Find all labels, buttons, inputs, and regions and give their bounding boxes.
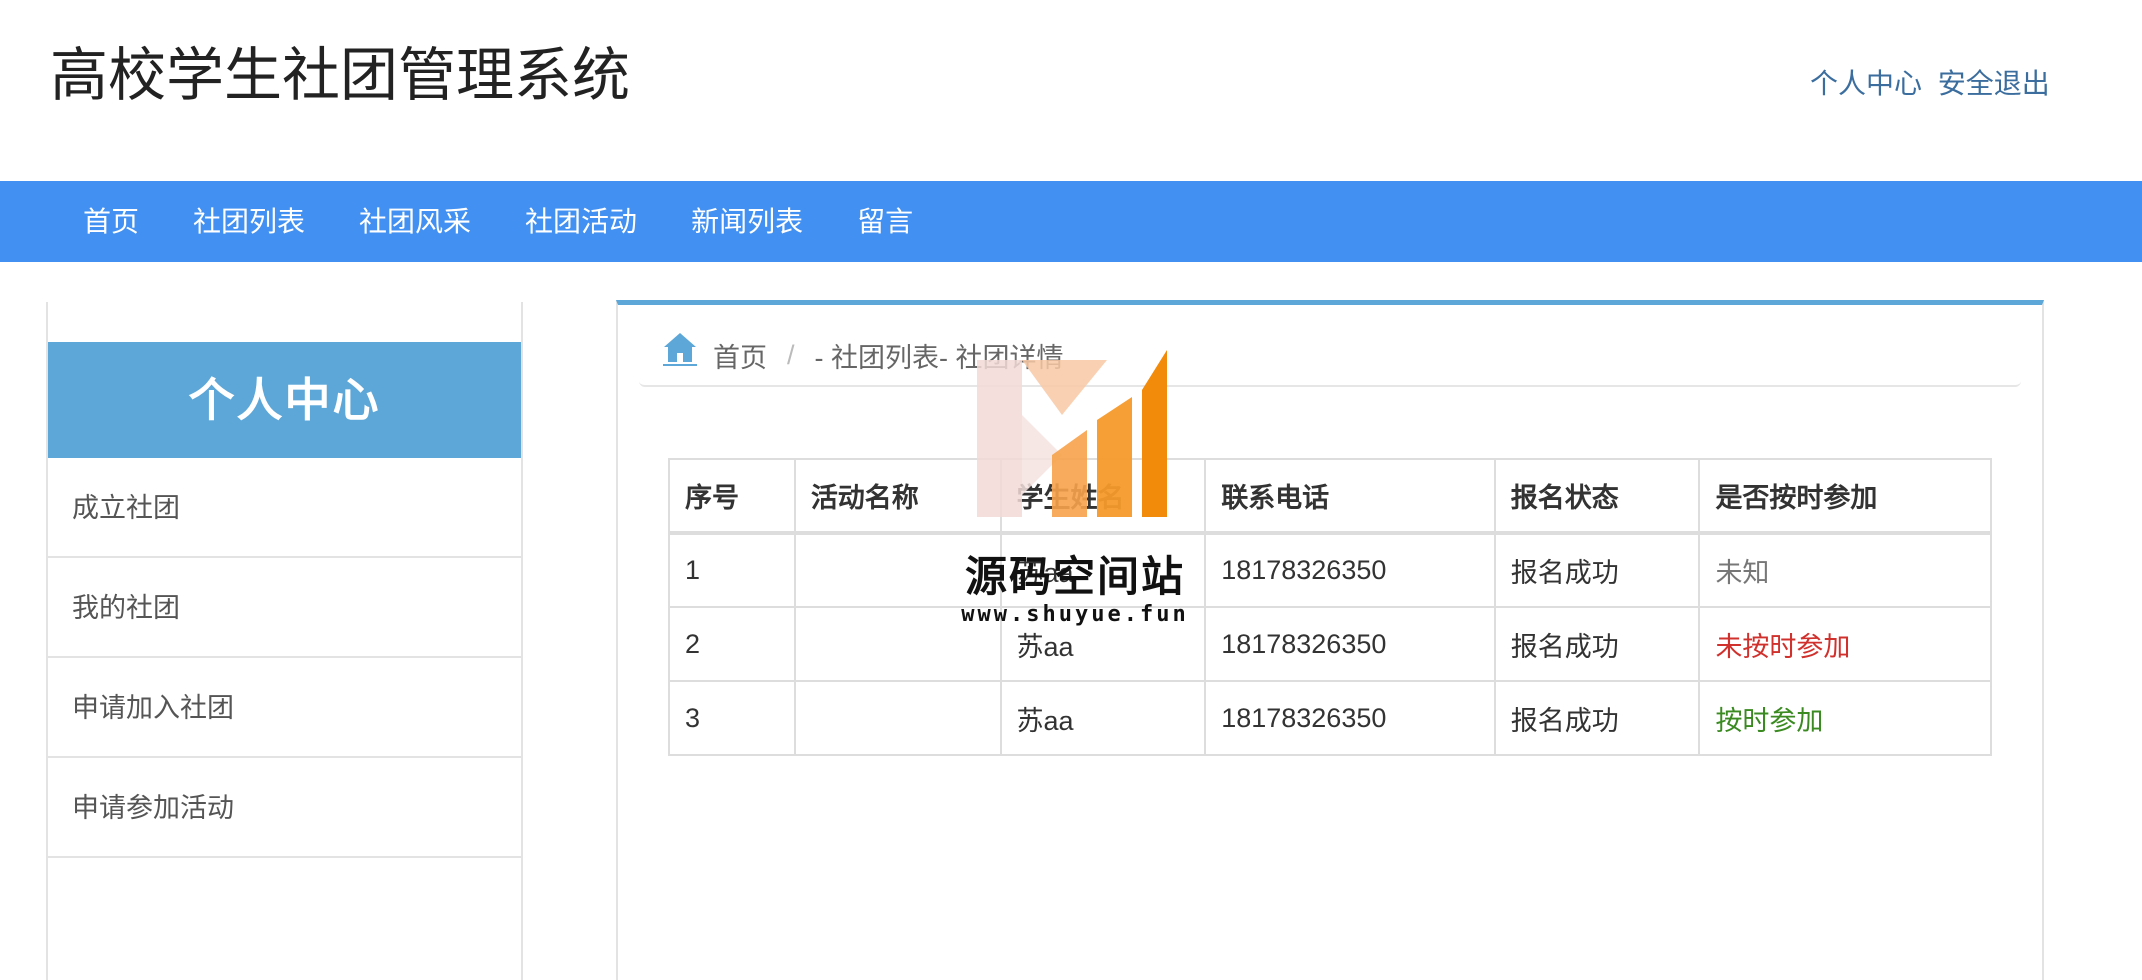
cell-phone: 18178326350 — [1204, 606, 1496, 682]
column-header-phone: 联系电话 — [1204, 458, 1496, 535]
main-nav: 首页 社团列表 社团风采 社团活动 新闻列表 留言 — [0, 181, 2142, 262]
cell-attendance: 未按时参加 — [1698, 606, 1992, 682]
cell-no: 2 — [668, 606, 796, 682]
user-links: 个人中心 安全退出 — [1810, 62, 2050, 102]
cell-attendance: 按时参加 — [1698, 680, 1992, 756]
site-title: 高校学生社团管理系统 — [50, 43, 631, 108]
breadcrumb-path: - 社团列表- 社团详情 — [814, 342, 1064, 373]
column-header-attendance: 是否按时参加 — [1698, 458, 1992, 535]
cell-status: 报名成功 — [1493, 532, 1701, 608]
home-icon — [663, 333, 697, 366]
nav-item-news-list[interactable]: 新闻列表 — [664, 181, 830, 262]
nav-item-club-list[interactable]: 社团列表 — [166, 181, 332, 262]
column-header-activity: 活动名称 — [793, 458, 1002, 535]
personal-center-link[interactable]: 个人中心 — [1810, 68, 1922, 99]
sidebar-title: 个人中心 — [48, 342, 521, 458]
sidebar-item-join-club[interactable]: 申请加入社团 — [48, 658, 521, 758]
cell-no: 1 — [668, 532, 796, 608]
breadcrumb-separator: / — [787, 339, 795, 370]
site-header: 高校学生社团管理系统 个人中心 安全退出 — [0, 0, 2142, 181]
nav-item-club-showcase[interactable]: 社团风采 — [332, 181, 498, 262]
cell-activity — [793, 532, 1002, 608]
cell-activity — [793, 680, 1002, 756]
sidebar-item-create-club[interactable]: 成立社团 — [48, 458, 521, 558]
cell-status: 报名成功 — [1493, 606, 1701, 682]
cell-attendance: 未知 — [1698, 532, 1992, 608]
nav-item-messages[interactable]: 留言 — [830, 181, 940, 262]
column-header-no: 序号 — [668, 458, 796, 535]
cell-student: 苏aa — [999, 606, 1207, 682]
cell-status: 报名成功 — [1493, 680, 1701, 756]
table-row: 1 苏aa 18178326350 报名成功 未知 — [668, 532, 1992, 608]
table-row: 2 苏aa 18178326350 报名成功 未按时参加 — [668, 606, 1992, 682]
table-row: 3 苏aa 18178326350 报名成功 按时参加 — [668, 680, 1992, 756]
cell-activity — [793, 606, 1002, 682]
logout-link[interactable]: 安全退出 — [1938, 68, 2050, 99]
sidebar-menu: 成立社团 我的社团 申请加入社团 申请参加活动 — [48, 458, 521, 858]
sidebar-item-join-activity[interactable]: 申请参加活动 — [48, 758, 521, 858]
signup-table: 序号 活动名称 学生姓名 联系电话 报名状态 是否按时参加 1 苏aa 1817… — [668, 458, 1992, 756]
breadcrumb-home[interactable]: 首页 — [713, 336, 767, 375]
sidebar: 个人中心 成立社团 我的社团 申请加入社团 申请参加活动 — [46, 302, 523, 980]
cell-phone: 18178326350 — [1204, 680, 1496, 756]
sidebar-item-my-clubs[interactable]: 我的社团 — [48, 558, 521, 658]
content-panel: 首页 / - 社团列表- 社团详情 序号 活动名称 学生姓名 联系电话 报名状态… — [616, 300, 2044, 980]
cell-phone: 18178326350 — [1204, 532, 1496, 608]
table-header-row: 序号 活动名称 学生姓名 联系电话 报名状态 是否按时参加 — [668, 458, 1992, 535]
column-header-student: 学生姓名 — [999, 458, 1207, 535]
nav-item-club-activities[interactable]: 社团活动 — [498, 181, 664, 262]
cell-no: 3 — [668, 680, 796, 756]
nav-list: 首页 社团列表 社团风采 社团活动 新闻列表 留言 — [56, 181, 940, 262]
nav-item-home[interactable]: 首页 — [56, 181, 166, 262]
breadcrumb: 首页 / - 社团列表- 社团详情 — [639, 325, 2021, 387]
column-header-status: 报名状态 — [1493, 458, 1701, 535]
cell-student: 苏aa — [999, 680, 1207, 756]
cell-student: 苏aa — [999, 532, 1207, 608]
